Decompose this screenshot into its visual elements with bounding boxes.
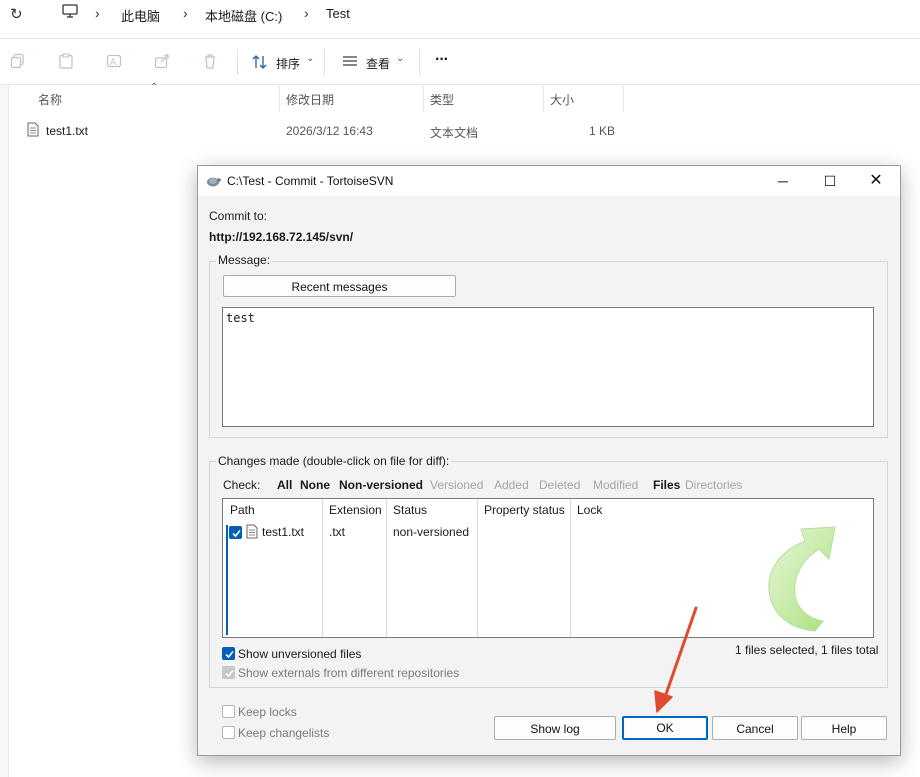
share-icon[interactable] <box>154 53 170 69</box>
selection-summary: 1 files selected, 1 files total <box>735 643 879 657</box>
list-header-extension[interactable]: Extension <box>329 503 382 517</box>
dialog-title: C:\Test - Commit - TortoiseSVN <box>227 174 394 188</box>
list-column-divider <box>570 499 571 637</box>
refresh-icon[interactable]: ↻ <box>10 5 23 23</box>
chevron-right-icon: › <box>183 5 188 21</box>
tortoisesvn-icon <box>205 174 221 190</box>
show-unversioned-label[interactable]: Show unversioned files <box>238 647 361 661</box>
check-filter-deleted: Deleted <box>539 478 581 492</box>
column-divider[interactable] <box>279 86 280 112</box>
computer-icon[interactable] <box>62 4 78 21</box>
cancel-button[interactable]: Cancel <box>712 716 798 740</box>
check-filter-versioned: Versioned <box>430 478 484 492</box>
list-column-divider <box>322 499 323 637</box>
column-header-name[interactable]: 名称 <box>38 91 62 108</box>
check-filter-files[interactable]: Files <box>653 478 680 492</box>
list-column-divider <box>477 499 478 637</box>
breadcrumb-item[interactable]: 此电脑 <box>121 6 160 25</box>
list-header-property-status[interactable]: Property status <box>484 503 565 517</box>
chevron-down-icon: ⌄ <box>306 53 315 64</box>
check-filter-modified: Modified <box>593 478 639 492</box>
changes-list[interactable]: Path Extension Status Property status Lo… <box>222 498 874 638</box>
check-label: Check: <box>223 478 261 492</box>
check-filter-directories: Directories <box>685 478 743 492</box>
more-options-button[interactable]: ··· <box>435 51 449 69</box>
check-filter-added: Added <box>494 478 529 492</box>
toolbar-divider <box>419 49 420 75</box>
view-icon[interactable] <box>342 55 358 71</box>
show-unversioned-checkbox[interactable] <box>222 647 235 660</box>
keep-changelists-label[interactable]: Keep changelists <box>238 726 329 740</box>
file-size: 1 KB <box>589 124 616 138</box>
close-button[interactable]: ✕ <box>853 166 899 196</box>
column-divider[interactable] <box>543 86 544 112</box>
list-row-status: non-versioned <box>393 525 470 539</box>
file-name[interactable]: test1.txt <box>46 124 88 138</box>
list-row-checkbox[interactable] <box>229 526 242 539</box>
commit-to-label: Commit to: <box>209 209 268 223</box>
column-divider[interactable] <box>423 86 424 112</box>
chevron-down-icon: ⌄ <box>396 53 405 64</box>
copy-icon[interactable] <box>10 53 26 69</box>
commit-message-input[interactable]: test <box>222 307 874 427</box>
file-modified: 2026/3/12 16:43 <box>286 124 373 138</box>
check-filter-all[interactable]: All <box>277 478 292 492</box>
list-header-path[interactable]: Path <box>230 503 255 517</box>
column-header-type[interactable]: 类型 <box>430 91 454 108</box>
minimize-button[interactable]: ─ <box>760 166 806 196</box>
file-type: 文本文档 <box>430 126 479 140</box>
list-header-status[interactable]: Status <box>393 503 427 517</box>
text-file-icon <box>246 524 258 542</box>
sort-ascending-icon: ⌃ <box>150 82 159 93</box>
delete-icon[interactable] <box>202 53 218 69</box>
maximize-button[interactable]: ☐ <box>807 166 853 196</box>
sort-button[interactable]: 排序 <box>276 55 300 72</box>
column-header-modified[interactable]: 修改日期 <box>286 91 334 108</box>
keep-locks-label[interactable]: Keep locks <box>238 705 297 719</box>
list-row-path[interactable]: test1.txt <box>262 525 304 539</box>
breadcrumb-item[interactable]: 本地磁盘 (C:) <box>205 6 282 25</box>
list-row-selection-bar <box>226 525 228 635</box>
view-button[interactable]: 查看 <box>366 55 390 72</box>
rename-icon[interactable]: A <box>106 53 122 69</box>
check-filter-none[interactable]: None <box>300 478 330 492</box>
column-header-size[interactable]: 大小 <box>550 91 574 108</box>
paste-icon[interactable] <box>58 53 74 69</box>
tortoisesvn-watermark-arrow <box>743 523 843 636</box>
navigation-pane-edge <box>0 85 9 777</box>
ok-button[interactable]: OK <box>622 716 708 740</box>
sort-icon[interactable] <box>252 54 268 70</box>
list-header-lock[interactable]: Lock <box>577 503 602 517</box>
changes-group-label: Changes made (double-click on file for d… <box>216 454 452 468</box>
recent-messages-button[interactable]: Recent messages <box>223 275 456 297</box>
chevron-right-icon: › <box>304 5 309 21</box>
breadcrumb-item[interactable]: Test <box>326 6 350 21</box>
command-bar: A 排序 ⌄ 查看 ⌄ ··· <box>0 39 920 85</box>
text-file-icon <box>27 122 39 140</box>
commit-dialog: C:\Test - Commit - TortoiseSVN ─ ☐ ✕ Com… <box>197 165 901 756</box>
svg-text:A: A <box>110 58 117 68</box>
chevron-right-icon: › <box>95 5 100 21</box>
list-column-divider <box>386 499 387 637</box>
toolbar-divider <box>324 49 325 75</box>
toolbar-divider <box>237 49 238 75</box>
show-externals-label: Show externals from different repositori… <box>238 666 460 680</box>
dialog-titlebar[interactable]: C:\Test - Commit - TortoiseSVN ─ ☐ ✕ <box>198 166 900 196</box>
show-externals-checkbox <box>222 666 235 679</box>
commit-url: http://192.168.72.145/svn/ <box>209 230 354 244</box>
address-bar: ↻ › 此电脑 › 本地磁盘 (C:) › Test <box>0 0 920 39</box>
show-log-button[interactable]: Show log <box>494 716 616 740</box>
check-filter-non-versioned[interactable]: Non-versioned <box>339 478 423 492</box>
keep-changelists-checkbox[interactable] <box>222 726 235 739</box>
message-group-label: Message: <box>216 253 273 267</box>
list-row-extension: .txt <box>329 525 346 539</box>
keep-locks-checkbox[interactable] <box>222 705 235 718</box>
column-divider[interactable] <box>623 86 624 112</box>
help-button[interactable]: Help <box>801 716 887 740</box>
